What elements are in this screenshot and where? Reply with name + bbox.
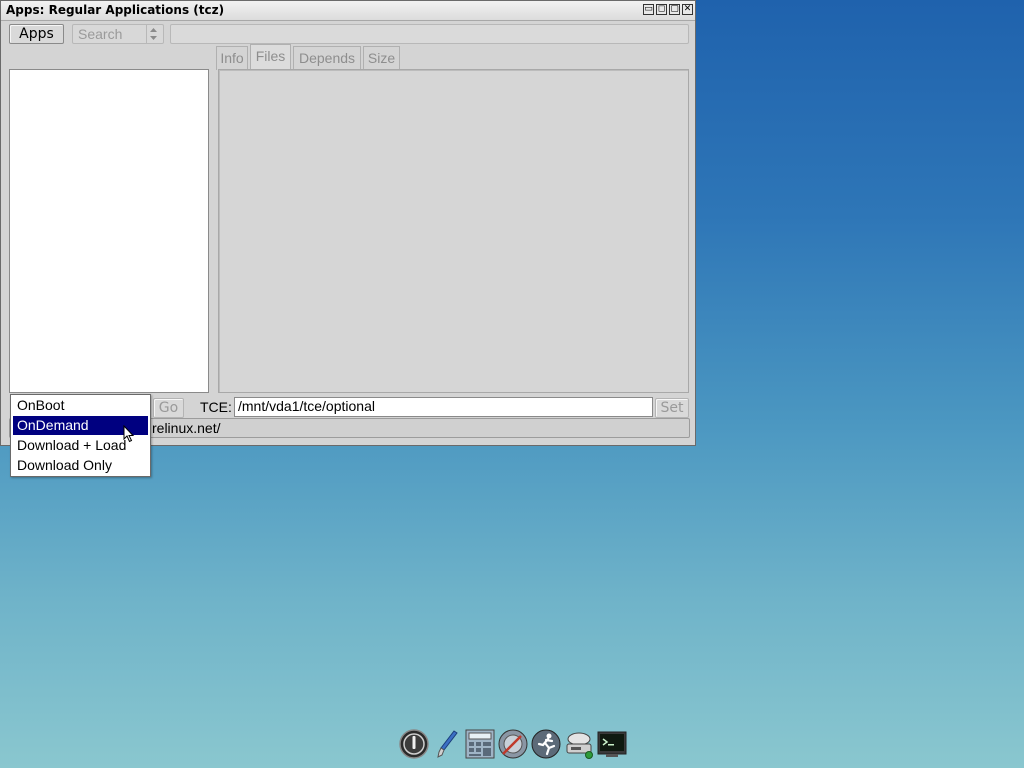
close-button[interactable]: ✕: [682, 4, 693, 15]
minimize-button[interactable]: ▭: [643, 4, 654, 15]
mirror-url: relinux.net/: [152, 420, 221, 436]
set-button[interactable]: Set: [655, 398, 689, 418]
apps-window: Apps: Regular Applications (tcz) ▭ ◻ ▢ ✕…: [0, 0, 696, 446]
maximize-button[interactable]: ▢: [669, 4, 680, 15]
apps-menu-button[interactable]: Apps: [9, 24, 64, 44]
tab-depends[interactable]: Depends: [293, 46, 361, 70]
tab-info[interactable]: Info: [216, 46, 248, 70]
network-icon[interactable]: [563, 728, 595, 760]
dropdown-item-onboot[interactable]: OnBoot: [13, 396, 148, 415]
tce-path-field[interactable]: /mnt/vda1/tce/optional: [234, 397, 653, 417]
tab-files[interactable]: Files: [250, 44, 291, 70]
restore-button[interactable]: ◻: [656, 4, 667, 15]
search-input[interactable]: [170, 24, 689, 44]
calculator-icon[interactable]: [464, 728, 496, 760]
dock: [396, 724, 632, 764]
window-title: Apps: Regular Applications (tcz): [6, 3, 225, 17]
search-mode-label: Search: [78, 26, 123, 42]
apps-runner-icon[interactable]: [530, 728, 562, 760]
search-mode-select[interactable]: Search: [72, 24, 164, 44]
mouse-cursor-icon: [123, 425, 135, 443]
terminal-icon[interactable]: [596, 728, 628, 760]
tce-label: TCE:: [200, 399, 232, 415]
mount-tool-icon[interactable]: [497, 728, 529, 760]
tab-size[interactable]: Size: [363, 46, 400, 70]
dropdown-item-download-only[interactable]: Download Only: [13, 456, 148, 475]
paintbrush-icon[interactable]: [432, 728, 464, 760]
window-titlebar[interactable]: Apps: Regular Applications (tcz) ▭ ◻ ▢ ✕: [1, 1, 695, 21]
app-list[interactable]: [9, 69, 209, 393]
go-button[interactable]: Go: [153, 398, 184, 418]
files-panel: [218, 69, 689, 393]
spinner-arrows-icon[interactable]: [146, 25, 160, 43]
power-icon[interactable]: [398, 728, 430, 760]
